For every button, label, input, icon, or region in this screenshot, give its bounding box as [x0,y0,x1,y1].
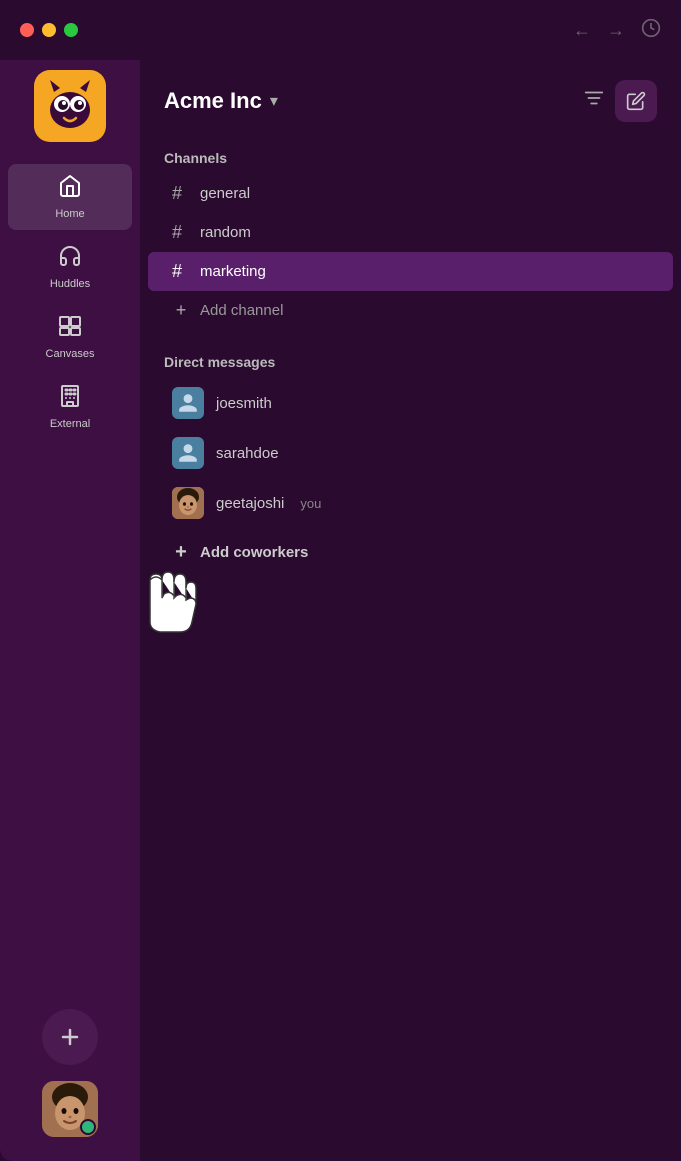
sidebar-external-label: External [50,418,90,430]
hash-icon: # [172,183,190,204]
dm-name-joesmith: joesmith [216,395,272,412]
workspace-name-container[interactable]: Acme Inc ▾ [164,88,278,114]
channel-name-general: general [200,185,250,202]
close-dot[interactable] [20,23,34,37]
dm-name-sarahdoe: sarahdoe [216,445,279,462]
dm-section: Direct messages joesmith [140,346,681,573]
dm-item-joesmith[interactable]: joesmith [148,378,673,428]
sidebar-item-canvases[interactable]: Canvases [8,304,132,370]
channel-list-panel: Acme Inc ▾ [140,60,681,1161]
sidebar-item-home[interactable]: Home [8,164,132,230]
add-channel-label: Add channel [200,302,283,319]
hash-icon: # [172,222,190,243]
compose-button[interactable] [615,80,657,122]
channel-panel-header: Acme Inc ▾ [140,60,681,142]
titlebar: ← → [0,0,681,60]
channel-item-random[interactable]: # random [148,213,673,252]
channel-name-marketing: marketing [200,263,266,280]
app-window: ← → [0,0,681,1161]
navigation-arrows: ← → [573,18,661,43]
add-channel-icon: + [172,300,190,321]
add-channel-item[interactable]: + Add channel [148,291,673,330]
dm-name-geetajoshi: geetajoshi [216,495,284,512]
sidebar-canvases-label: Canvases [46,348,95,360]
channels-section-label: Channels [140,142,681,174]
you-badge: you [300,496,321,511]
main-layout: Home Huddles [0,60,681,1161]
window-controls [20,23,78,37]
add-workspace-button[interactable] [42,1009,98,1065]
channel-item-marketing[interactable]: # marketing [148,252,673,291]
minimize-dot[interactable] [42,23,56,37]
avatar-geetajoshi [172,487,204,519]
add-coworkers-item[interactable]: + Add coworkers [148,532,673,573]
workspace-logo[interactable] [34,70,106,142]
maximize-dot[interactable] [64,23,78,37]
building-icon [58,384,82,414]
channel-name-random: random [200,224,251,241]
avatar-joesmith [172,387,204,419]
user-avatar[interactable] [42,1081,98,1137]
sidebar-item-huddles[interactable]: Huddles [8,234,132,300]
sidebar-huddles-label: Huddles [50,278,90,290]
workspace-sidebar: Home Huddles [0,60,140,1161]
forward-arrow-icon[interactable]: → [607,20,625,41]
online-status-dot [83,1122,95,1134]
filter-icon[interactable] [583,87,605,115]
sidebar-item-external[interactable]: External [8,374,132,440]
home-icon [58,174,82,204]
bottom-actions [0,1009,140,1161]
dm-item-geetajoshi[interactable]: geetajoshi you [148,478,673,528]
dm-section-label: Direct messages [140,346,681,378]
add-coworkers-label: Add coworkers [200,544,308,561]
history-icon[interactable] [641,18,661,43]
canvases-icon [58,314,82,344]
hash-icon: # [172,261,190,282]
workspace-name-text: Acme Inc [164,88,262,114]
workspace-chevron-icon: ▾ [270,91,278,111]
sidebar-home-label: Home [55,208,84,220]
dm-item-sarahdoe[interactable]: sarahdoe [148,428,673,478]
channel-item-general[interactable]: # general [148,174,673,213]
avatar-sarahdoe [172,437,204,469]
headphones-icon [58,244,82,274]
header-actions [583,80,657,122]
back-arrow-icon[interactable]: ← [573,20,591,41]
add-coworkers-icon: + [172,541,190,564]
